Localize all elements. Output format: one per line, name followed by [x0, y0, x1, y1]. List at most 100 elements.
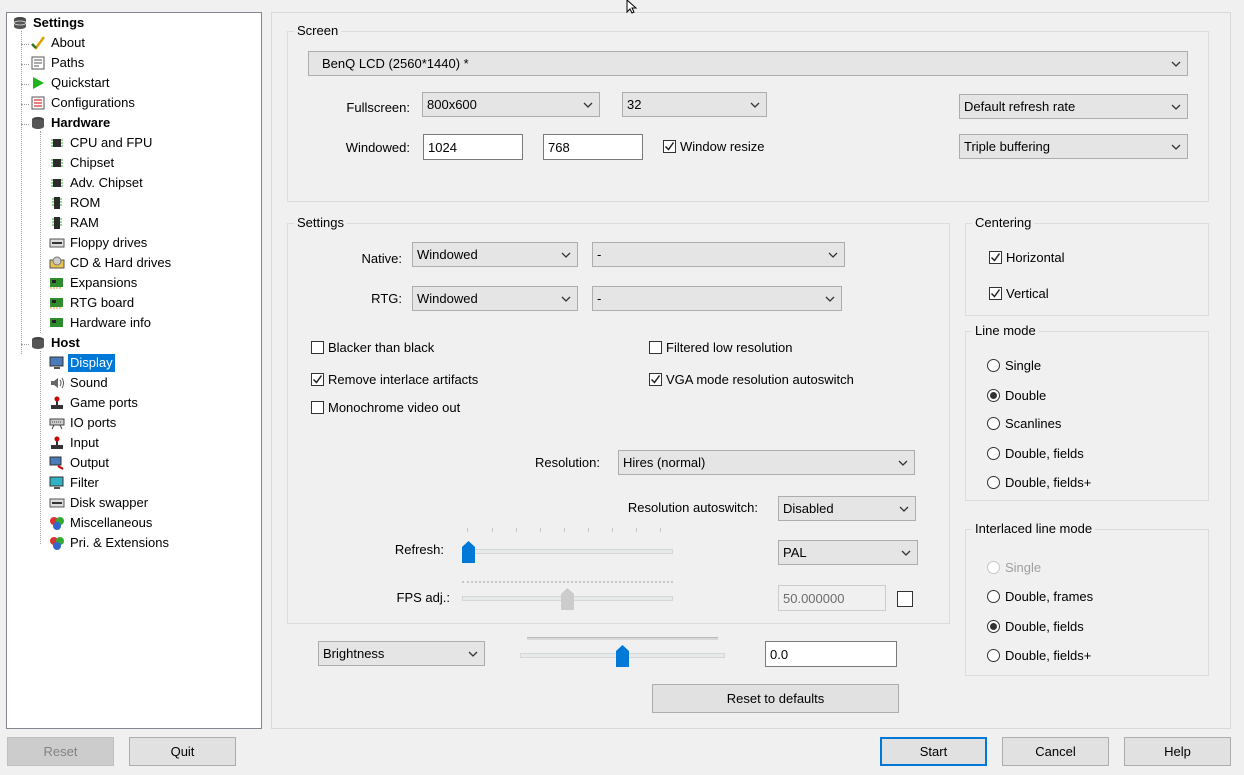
fullscreen-resolution-value: 800x600	[427, 97, 477, 112]
tree-item-label: Miscellaneous	[70, 515, 153, 530]
radio-off-icon	[987, 649, 1000, 662]
play-icon	[30, 75, 46, 91]
centering-group: Centering	[965, 215, 1209, 316]
autoswitch-select[interactable]: Disabled	[778, 496, 916, 521]
remove-interlace-checkbox[interactable]: Remove interlace artifacts	[311, 372, 478, 387]
refresh-rate-select[interactable]: Default refresh rate	[959, 94, 1188, 119]
adjust-value-input[interactable]: 0.0	[765, 641, 897, 667]
interlaced-single-radio[interactable]: Single	[987, 560, 1041, 575]
refresh-mode-select[interactable]: PAL	[778, 540, 918, 565]
help-button[interactable]: Help	[1124, 737, 1231, 766]
fullscreen-depth-select[interactable]: 32	[622, 92, 767, 117]
tree-item-io-ports[interactable]: IO ports	[49, 413, 118, 433]
line-mode-double-fields-plus-radio[interactable]: Double, fields+	[987, 475, 1091, 490]
radio-off-icon	[987, 561, 1000, 574]
windowed-width-input[interactable]: 1024	[423, 134, 523, 160]
windowed-width-value: 1024	[428, 139, 457, 155]
cancel-button[interactable]: Cancel	[1002, 737, 1109, 766]
tree-item-rom[interactable]: ROM	[49, 193, 102, 213]
tree-item-cd-hard[interactable]: CD & Hard drives	[49, 253, 173, 273]
tree-item-configurations[interactable]: Configurations	[30, 93, 137, 113]
filtered-low-checkbox[interactable]: Filtered low resolution	[649, 340, 792, 355]
tree-item-ram[interactable]: RAM	[49, 213, 101, 233]
center-vertical-checkbox[interactable]: Vertical	[989, 286, 1049, 301]
tree-item-pri-extensions[interactable]: Pri. & Extensions	[49, 533, 171, 553]
slider-thumb-icon[interactable]	[462, 541, 475, 563]
chip-icon	[49, 135, 65, 151]
native-mode-select[interactable]: Windowed	[412, 242, 578, 267]
tree-item-about[interactable]: About	[30, 33, 87, 53]
start-button[interactable]: Start	[880, 737, 987, 766]
refresh-slider[interactable]	[462, 528, 673, 563]
slider-ticks	[462, 528, 673, 534]
tree-item-floppy[interactable]: Floppy drives	[49, 233, 149, 253]
adjust-slider[interactable]	[520, 644, 725, 667]
tree-item-hardware[interactable]: Hardware	[30, 113, 112, 133]
radio-label: Single	[1005, 358, 1042, 373]
interlaced-double-fields-radio[interactable]: Double, fields	[987, 619, 1084, 634]
quit-button[interactable]: Quit	[129, 737, 236, 766]
slider-thumb-icon[interactable]	[616, 645, 629, 667]
buffering-select[interactable]: Triple buffering	[959, 134, 1188, 159]
window-resize-checkbox[interactable]: Window resize	[663, 139, 765, 154]
vga-autoswitch-checkbox[interactable]: VGA mode resolution autoswitch	[649, 372, 854, 387]
tree-item-disk-swapper[interactable]: Disk swapper	[49, 493, 150, 513]
reset-to-defaults-button[interactable]: Reset to defaults	[652, 684, 899, 713]
tree-item-paths[interactable]: Paths	[30, 53, 86, 73]
center-horizontal-checkbox[interactable]: Horizontal	[989, 250, 1065, 265]
chevron-down-icon	[1165, 135, 1187, 158]
tree-item-output[interactable]: Output	[49, 453, 111, 473]
line-mode-scanlines-radio[interactable]: Scanlines	[987, 416, 1061, 431]
help-label: Help	[1164, 744, 1191, 759]
fps-lock-checkbox[interactable]	[897, 591, 917, 607]
interlaced-double-fields-plus-radio[interactable]: Double, fields+	[987, 648, 1091, 663]
tree-item-label: Disk swapper	[70, 495, 149, 510]
settings-tree[interactable]: Settings About Paths Quickstart Configur…	[6, 12, 262, 729]
windowed-height-input[interactable]: 768	[543, 134, 643, 160]
rtg-mode-select[interactable]: Windowed	[412, 286, 578, 311]
tree-item-quickstart[interactable]: Quickstart	[30, 73, 112, 93]
fps-slider[interactable]	[462, 581, 673, 610]
checkbox-checked-icon	[663, 140, 676, 153]
tree-item-hardware-info[interactable]: Hardware info	[49, 313, 153, 333]
monitor-select[interactable]: BenQ LCD (2560*1440) *	[308, 51, 1188, 76]
fps-value-input[interactable]: 50.000000	[778, 585, 886, 611]
tree-item-cpu-fpu[interactable]: CPU and FPU	[49, 133, 154, 153]
tree-root-settings[interactable]: Settings	[12, 13, 86, 33]
tree-item-label: CD & Hard drives	[70, 255, 172, 270]
native-extra-select[interactable]: -	[592, 242, 845, 267]
line-mode-double-fields-radio[interactable]: Double, fields	[987, 446, 1084, 461]
checkbox-empty-icon	[311, 401, 324, 414]
tree-item-label: Configurations	[51, 95, 135, 110]
fullscreen-resolution-select[interactable]: 800x600	[422, 92, 600, 117]
monochrome-checkbox[interactable]: Monochrome video out	[311, 400, 460, 415]
line-mode-single-radio[interactable]: Single	[987, 358, 1041, 373]
fps-label: FPS adj.:	[396, 590, 450, 605]
tree-item-sound[interactable]: Sound	[49, 373, 110, 393]
interlaced-double-frames-radio[interactable]: Double, frames	[987, 589, 1093, 604]
chevron-down-icon	[744, 93, 766, 116]
reset-label: Reset	[43, 744, 78, 759]
tree-item-game-ports[interactable]: Game ports	[49, 393, 140, 413]
blacker-than-black-checkbox[interactable]: Blacker than black	[311, 340, 434, 355]
slider-thumb-icon[interactable]	[561, 588, 574, 610]
tree-item-input[interactable]: Input	[49, 433, 101, 453]
tree-item-filter[interactable]: Filter	[49, 473, 101, 493]
rtg-extra-select[interactable]: -	[592, 286, 842, 311]
chevron-down-icon	[895, 541, 917, 564]
tree-item-label: IO ports	[70, 415, 117, 430]
adjust-kind-select[interactable]: Brightness	[318, 641, 485, 666]
line-mode-double-radio[interactable]: Double	[987, 388, 1046, 403]
tree-item-adv-chipset[interactable]: Adv. Chipset	[49, 173, 145, 193]
reset-button[interactable]: Reset	[7, 737, 114, 766]
tree-item-display[interactable]: Display	[49, 353, 116, 373]
refresh-mode-value: PAL	[783, 545, 807, 560]
tree-item-host[interactable]: Host	[30, 333, 82, 353]
resolution-select[interactable]: Hires (normal)	[618, 450, 915, 475]
blacker-label: Blacker than black	[328, 340, 435, 355]
tree-item-label: Host	[51, 335, 80, 350]
tree-item-rtg[interactable]: RTG board	[49, 293, 136, 313]
tree-item-miscellaneous[interactable]: Miscellaneous	[49, 513, 154, 533]
tree-item-expansions[interactable]: Expansions	[49, 273, 139, 293]
tree-item-chipset[interactable]: Chipset	[49, 153, 116, 173]
